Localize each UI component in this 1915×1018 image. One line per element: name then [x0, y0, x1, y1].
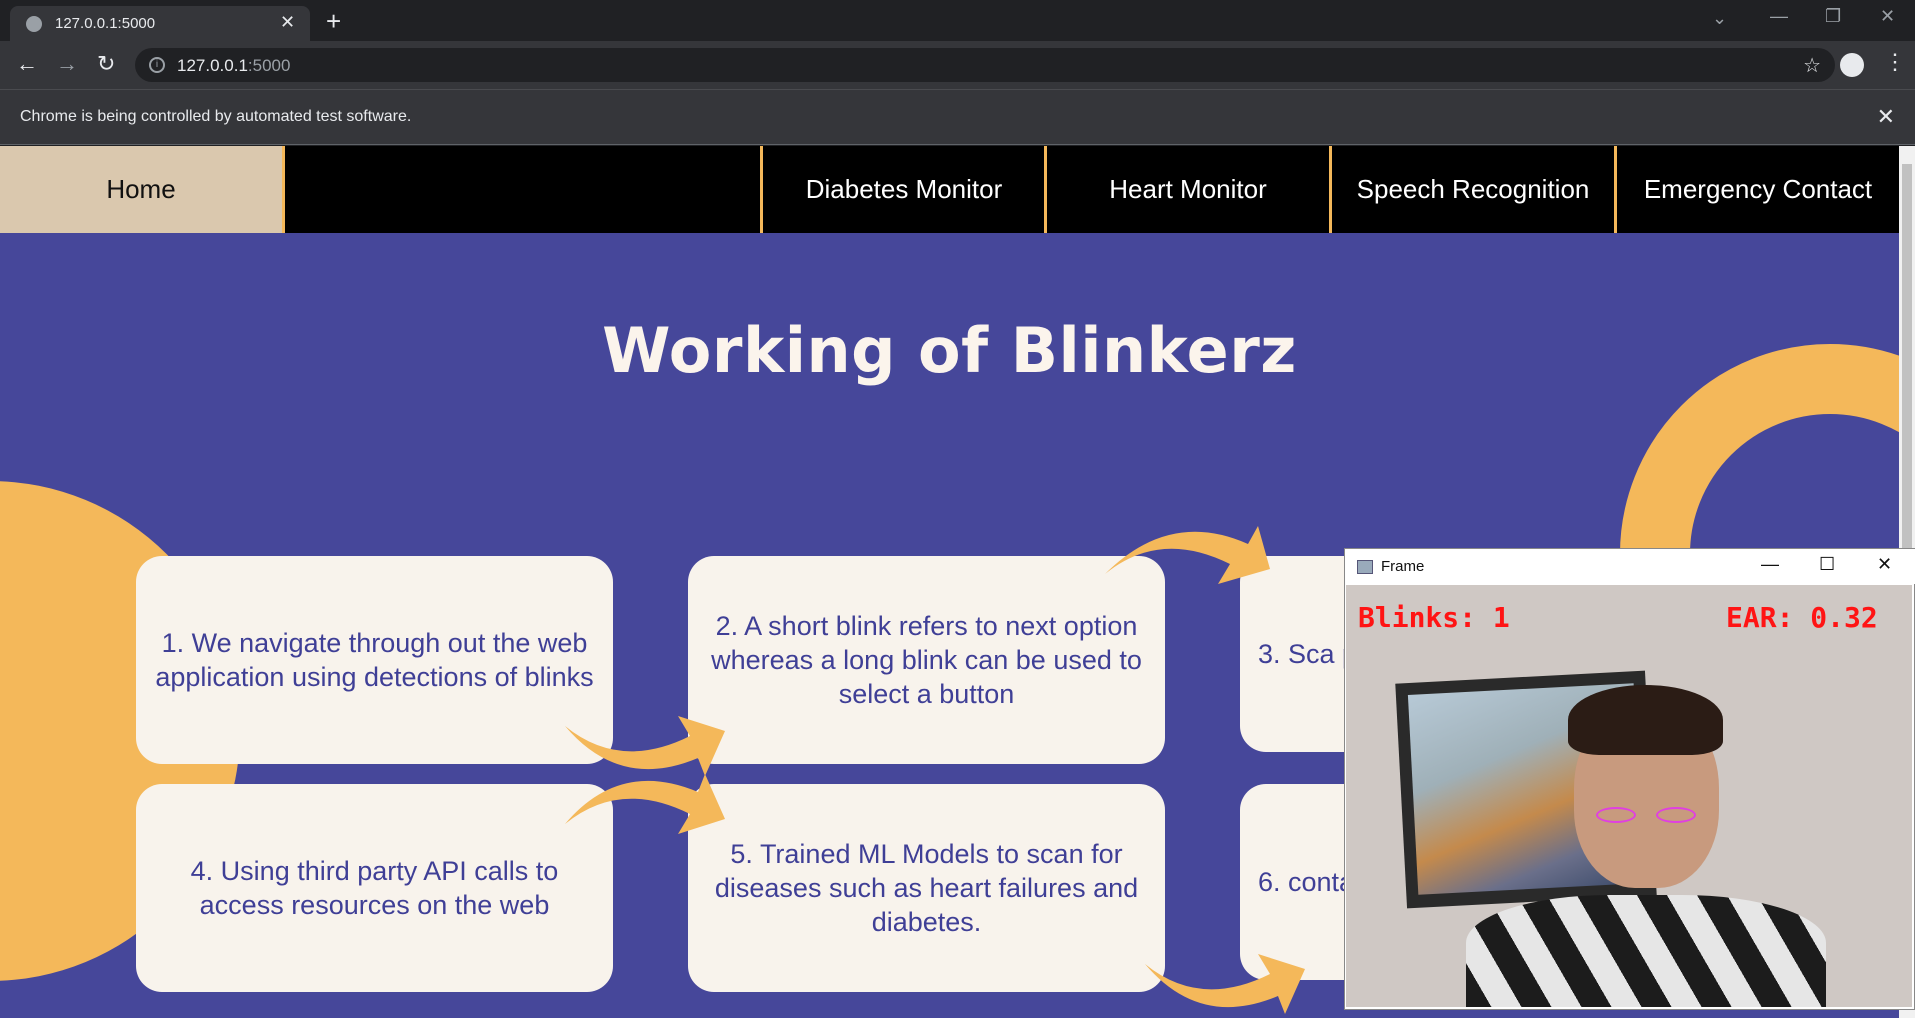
site-info-icon[interactable]: i: [149, 57, 165, 73]
restore-icon[interactable]: ❐: [1825, 6, 1841, 27]
close-window-icon[interactable]: ✕: [1880, 6, 1895, 27]
curved-arrow-icon: [1105, 526, 1270, 584]
globe-icon: [26, 16, 42, 32]
menu-icon[interactable]: ⋮: [1884, 49, 1906, 75]
profile-icon[interactable]: [1840, 53, 1864, 77]
page-heading: Working of Blinkerz: [602, 314, 1297, 387]
curved-arrow-icon: [565, 774, 725, 834]
person-shirt: [1466, 895, 1826, 1007]
curved-arrow-icon: [1145, 954, 1305, 1014]
step-card-1: 1. We navigate through out the web appli…: [136, 556, 613, 764]
reload-icon[interactable]: ↻: [97, 51, 115, 77]
step-card-5: 5. Trained ML Models to scan for disease…: [688, 784, 1165, 992]
close-tab-icon[interactable]: ✕: [280, 12, 295, 33]
close-infobar-icon[interactable]: ✕: [1877, 104, 1895, 130]
left-eye-contour: [1596, 807, 1636, 823]
curved-arrow-icon: [565, 716, 725, 776]
automation-infobar: Chrome is being controlled by automated …: [0, 89, 1915, 145]
nav-home[interactable]: Home: [0, 146, 285, 233]
forward-icon[interactable]: →: [56, 51, 78, 77]
browser-tab[interactable]: 127.0.0.1:5000 ✕: [10, 6, 310, 41]
nav-speech-recognition[interactable]: Speech Recognition: [1329, 146, 1614, 233]
blinks-counter: Blinks: 1: [1358, 601, 1510, 634]
close-icon[interactable]: ✕: [1877, 554, 1892, 575]
tab-title: 127.0.0.1:5000: [55, 15, 156, 32]
step-card-4: 4. Using third party API calls to access…: [136, 784, 613, 992]
address-bar[interactable]: i 127.0.0.1:5000 ☆: [135, 48, 1835, 82]
right-eye-contour: [1656, 807, 1696, 823]
back-icon[interactable]: ←: [16, 51, 38, 77]
maximize-icon[interactable]: ☐: [1819, 554, 1835, 575]
frame-titlebar[interactable]: Frame — ☐ ✕: [1345, 549, 1915, 584]
webcam-feed: Blinks: 1 EAR: 0.32: [1346, 585, 1912, 1007]
infobar-message: Chrome is being controlled by automated …: [20, 108, 412, 125]
top-navbar: Home Diabetes Monitor Heart Monitor Spee…: [0, 146, 1899, 233]
frame-window[interactable]: Frame — ☐ ✕ Blinks: 1 EAR: 0.32: [1344, 548, 1915, 1010]
browser-toolbar: ← → ↻ i 127.0.0.1:5000 ☆ ⋮: [0, 41, 1915, 89]
app-icon: [1357, 560, 1373, 574]
nav-diabetes-monitor[interactable]: Diabetes Monitor: [760, 146, 1045, 233]
person-hair: [1568, 685, 1723, 755]
browser-tabstrip: 127.0.0.1:5000 ✕ + ⌄ — ❐ ✕: [0, 0, 1915, 41]
nav-heart-monitor[interactable]: Heart Monitor: [1044, 146, 1329, 233]
tab-search-icon[interactable]: ⌄: [1712, 8, 1727, 29]
url-text: 127.0.0.1:5000: [177, 56, 291, 75]
minimize-icon[interactable]: —: [1761, 554, 1779, 575]
frame-title: Frame: [1381, 558, 1425, 575]
bookmark-star-icon[interactable]: ☆: [1803, 53, 1821, 78]
ear-value: EAR: 0.32: [1726, 601, 1878, 634]
nav-emergency-contact[interactable]: Emergency Contact: [1614, 146, 1899, 233]
new-tab-button[interactable]: +: [326, 6, 341, 37]
step-card-2: 2. A short blink refers to next option w…: [688, 556, 1165, 764]
minimize-icon[interactable]: —: [1770, 6, 1788, 27]
